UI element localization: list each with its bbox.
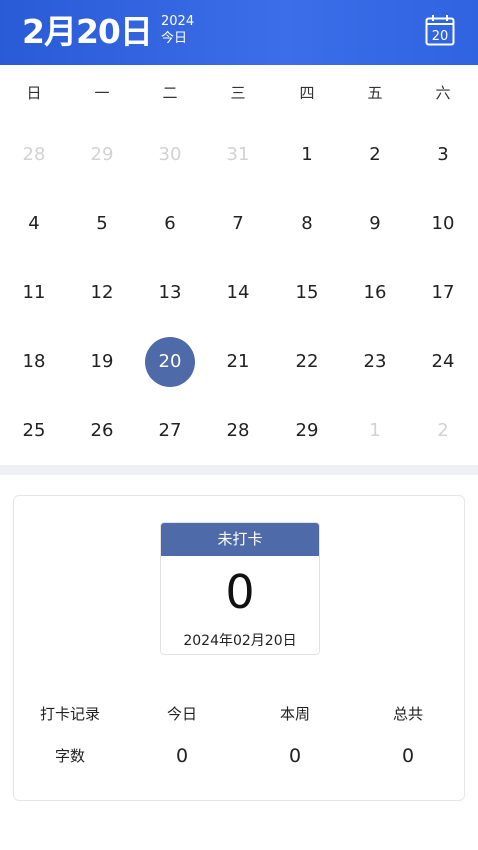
calendar-day-selected[interactable]: 20 bbox=[145, 337, 195, 387]
calendar-day[interactable]: 15 bbox=[282, 268, 332, 318]
calendar-day[interactable]: 13 bbox=[145, 268, 195, 318]
section-divider bbox=[0, 465, 478, 475]
stats-value-today: 0 bbox=[175, 745, 189, 767]
weekday-label: 三 bbox=[230, 84, 246, 102]
calendar-day[interactable]: 11 bbox=[9, 268, 59, 318]
calendar-day[interactable]: 25 bbox=[9, 406, 59, 456]
calendar-day[interactable]: 7 bbox=[213, 199, 263, 249]
calendar-icon[interactable]: 20 bbox=[425, 14, 455, 46]
stats-header-today: 今日 bbox=[166, 705, 197, 723]
calendar-day[interactable]: 29 bbox=[282, 406, 332, 456]
calendar-day[interactable]: 8 bbox=[282, 199, 332, 249]
stats-row-label: 字数 bbox=[54, 747, 85, 765]
calendar-icon-number: 20 bbox=[432, 29, 449, 44]
calendar-day[interactable]: 12 bbox=[77, 268, 127, 318]
stats-value-total: 0 bbox=[401, 745, 415, 767]
calendar-grid: 28 29 30 31 1 2 3 4 5 6 7 8 9 10 11 12 13 14 15 16 17 18 19 20 2… bbox=[0, 120, 478, 465]
weekday-label: 二 bbox=[162, 84, 178, 102]
calendar-day[interactable]: 28 bbox=[213, 406, 263, 456]
stats-value-week: 0 bbox=[288, 745, 302, 767]
calendar-day[interactable]: 2 bbox=[418, 406, 468, 456]
checkin-box[interactable]: 未打卡 0 2024年02月20日 bbox=[160, 522, 320, 655]
calendar-day[interactable]: 19 bbox=[77, 337, 127, 387]
calendar-day[interactable]: 17 bbox=[418, 268, 468, 318]
calendar-day[interactable]: 10 bbox=[418, 199, 468, 249]
calendar-day[interactable]: 29 bbox=[77, 130, 127, 180]
calendar-day[interactable]: 18 bbox=[9, 337, 59, 387]
weekday-label: 日 bbox=[26, 84, 42, 102]
calendar-day[interactable]: 30 bbox=[145, 130, 195, 180]
stats-header-row: 打卡记录 今日 本周 总共 bbox=[14, 701, 466, 727]
current-year: 2024 bbox=[161, 14, 195, 29]
calendar-day[interactable]: 21 bbox=[213, 337, 263, 387]
today-label: 今日 bbox=[161, 31, 188, 46]
stats-header-total: 总共 bbox=[392, 705, 423, 723]
stats-header-week: 本周 bbox=[279, 705, 310, 723]
app-header: 2月20日 2024 今日 20 bbox=[0, 0, 478, 65]
weekday-label: 四 bbox=[299, 84, 315, 102]
calendar-day[interactable]: 23 bbox=[350, 337, 400, 387]
stats-header-records: 打卡记录 bbox=[39, 705, 100, 723]
calendar-day[interactable]: 14 bbox=[213, 268, 263, 318]
checkin-card: 未打卡 0 2024年02月20日 打卡记录 今日 本周 总共 字数 0 0 0 bbox=[13, 495, 465, 801]
calendar-day[interactable]: 9 bbox=[350, 199, 400, 249]
calendar-day[interactable]: 2 bbox=[350, 130, 400, 180]
calendar-day[interactable]: 22 bbox=[282, 337, 332, 387]
checkin-count: 0 bbox=[225, 565, 255, 619]
calendar-day[interactable]: 6 bbox=[145, 199, 195, 249]
current-date: 2月20日 bbox=[22, 12, 153, 51]
checkin-status: 未打卡 bbox=[161, 523, 319, 556]
weekday-label: 一 bbox=[94, 84, 110, 102]
stats-value-row: 字数 0 0 0 bbox=[14, 743, 466, 769]
calendar-day[interactable]: 28 bbox=[9, 130, 59, 180]
weekday-header-row: 日一二三四五六 bbox=[0, 78, 478, 108]
calendar-day[interactable]: 1 bbox=[282, 130, 332, 180]
calendar-day[interactable]: 4 bbox=[9, 199, 59, 249]
calendar-day[interactable]: 26 bbox=[77, 406, 127, 456]
calendar-day[interactable]: 1 bbox=[350, 406, 400, 456]
checkin-date: 2024年02月20日 bbox=[183, 633, 297, 649]
calendar-day[interactable]: 16 bbox=[350, 268, 400, 318]
calendar-day[interactable]: 31 bbox=[213, 130, 263, 180]
calendar-day[interactable]: 27 bbox=[145, 406, 195, 456]
calendar-day[interactable]: 3 bbox=[418, 130, 468, 180]
calendar-day[interactable]: 24 bbox=[418, 337, 468, 387]
calendar-day[interactable]: 5 bbox=[77, 199, 127, 249]
weekday-label: 五 bbox=[367, 84, 383, 102]
weekday-label: 六 bbox=[435, 84, 451, 102]
